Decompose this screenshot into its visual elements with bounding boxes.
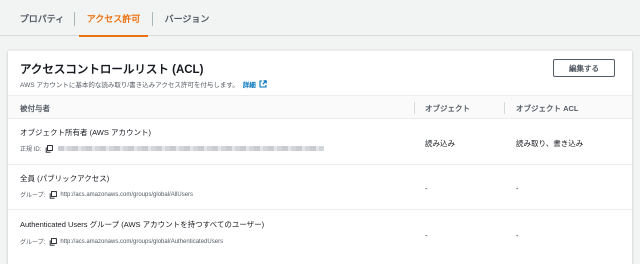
group-uri: http://acs.amazonaws.com/groups/global/A…	[60, 191, 194, 198]
column-grantee: 被付与者	[20, 103, 50, 113]
description-text: AWS アカウントに基本的な読み取り/書き込みアクセス許可を付与します。	[20, 82, 239, 89]
copy-icon[interactable]	[49, 190, 58, 199]
table-row: オブジェクト所有者 (AWS アカウント) 正規 ID: 読み込み 読み取り、書…	[8, 119, 632, 165]
table-row: 全員 (パブリックアクセス) グループ: http://acs.amazonaw…	[8, 165, 632, 210]
tab-versions[interactable]: バージョン	[159, 0, 215, 36]
details-link[interactable]: 詳細	[243, 79, 256, 89]
object-acl-permission: -	[516, 231, 519, 240]
copy-icon[interactable]	[45, 144, 54, 153]
grantee-id: 正規 ID:	[20, 144, 325, 153]
table-row: Authenticated Users グループ (AWS アカウントを持つすべ…	[8, 210, 632, 260]
column-divider	[414, 102, 415, 114]
column-objects: オブジェクト	[425, 103, 470, 113]
objects-permission: 読み込み	[425, 139, 455, 148]
id-label: 正規 ID:	[20, 147, 42, 153]
grantee-name: Authenticated Users グループ (AWS アカウントを持つすべ…	[20, 220, 265, 229]
tab-divider	[152, 12, 153, 26]
grantee-group: グループ: http://acs.amazonaws.com/groups/gl…	[20, 237, 223, 246]
objects-permission: -	[425, 184, 428, 193]
group-uri: http://acs.amazonaws.com/groups/global/A…	[60, 238, 224, 245]
grantee-name: オブジェクト所有者 (AWS アカウント)	[20, 128, 151, 137]
tab-divider	[74, 12, 75, 26]
grantee-name: 全員 (パブリックアクセス)	[20, 174, 110, 183]
edit-button[interactable]: 編集する	[553, 59, 615, 77]
object-acl-permission: 読み取り、書き込み	[516, 139, 584, 148]
tab-properties[interactable]: プロパティ	[14, 0, 70, 36]
copy-icon[interactable]	[49, 237, 58, 246]
objects-permission: -	[425, 231, 428, 240]
acl-panel: アクセスコントロールリスト (ACL) AWS アカウントに基本的な読み取り/書…	[8, 50, 632, 264]
group-label: グループ:	[20, 193, 46, 199]
tab-permissions[interactable]: アクセス許可	[79, 0, 148, 37]
table-header: 被付与者 オブジェクト オブジェクト ACL	[8, 95, 632, 119]
external-link-icon[interactable]	[259, 80, 267, 88]
redacted-canonical-id	[58, 146, 325, 151]
panel-description: AWS アカウントに基本的な読み取り/書き込みアクセス許可を付与します。 詳細	[20, 79, 267, 89]
grantee-group: グループ: http://acs.amazonaws.com/groups/gl…	[20, 190, 193, 199]
column-divider	[504, 102, 505, 114]
object-acl-permission: -	[516, 184, 519, 193]
tab-bar: プロパティ アクセス許可 バージョン	[0, 0, 640, 37]
group-label: グループ:	[20, 240, 46, 246]
column-object-acl: オブジェクト ACL	[516, 103, 579, 113]
panel-title: アクセスコントロールリスト (ACL)	[20, 64, 204, 76]
